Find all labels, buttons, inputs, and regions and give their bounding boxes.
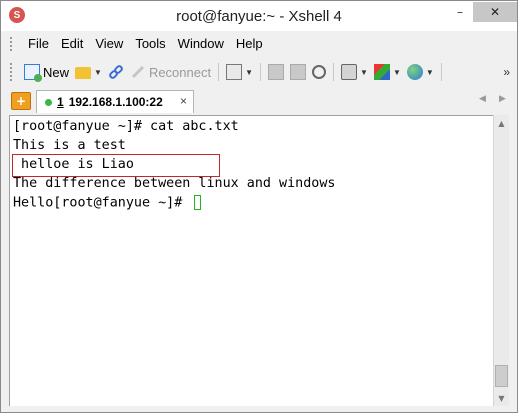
- terminal-area[interactable]: [root@fanyue ~]# cat abc.txt This is a t…: [9, 115, 493, 406]
- globe-button[interactable]: ▼: [404, 61, 437, 83]
- connect-button[interactable]: [105, 61, 127, 83]
- reconnect-label: Reconnect: [148, 64, 212, 80]
- menu-edit[interactable]: Edit: [55, 34, 89, 54]
- open-folder-icon: [75, 67, 92, 79]
- session-properties-button[interactable]: ▼: [223, 61, 256, 83]
- menu-tools[interactable]: Tools: [129, 34, 171, 54]
- paste-icon: [290, 64, 307, 80]
- close-window-button[interactable]: ✕: [473, 2, 517, 22]
- color-scheme-button[interactable]: ▼: [371, 61, 404, 83]
- color-scheme-icon: [373, 64, 390, 80]
- reconnect-icon: [131, 65, 144, 79]
- scrollbar-thumb[interactable]: [495, 365, 508, 387]
- menu-window[interactable]: Window: [172, 34, 230, 54]
- toolbar-grip[interactable]: [10, 63, 15, 81]
- copy-icon: [268, 64, 285, 80]
- scroll-down-icon[interactable]: ▼: [494, 390, 509, 406]
- paste-button[interactable]: [287, 61, 309, 83]
- tab-session-1[interactable]: 1 192.168.1.100:22 ×: [36, 90, 194, 113]
- new-tab-button[interactable]: +: [11, 92, 31, 110]
- find-button[interactable]: [309, 61, 329, 83]
- tab-close-icon[interactable]: ×: [180, 94, 187, 108]
- new-label: New: [43, 64, 70, 80]
- new-session-icon: [24, 64, 42, 82]
- session-tab-bar: + 1 192.168.1.100:22 × ◀ ▶: [2, 89, 517, 113]
- toolbar: New ▼ Reconnect ▼ ▼ ▼ ▼ »: [10, 59, 510, 85]
- tab-number: 1: [57, 95, 64, 109]
- menu-grip[interactable]: [10, 37, 15, 51]
- open-dropdown-icon[interactable]: ▼: [94, 68, 102, 77]
- connect-link-icon: [109, 65, 123, 79]
- toolbar-overflow-icon[interactable]: »: [503, 65, 510, 79]
- terminal-scrollbar[interactable]: ▲ ▼: [493, 115, 509, 406]
- xshell-window: S root@fanyue:~ - Xshell 4 – ✕ File Edit…: [0, 0, 518, 413]
- globe-dropdown-icon[interactable]: ▼: [426, 68, 434, 77]
- tab-scroll-left-icon[interactable]: ◀: [479, 94, 486, 104]
- tab-scroll-right-icon[interactable]: ▶: [499, 94, 506, 104]
- toolbar-separator: [440, 63, 442, 81]
- terminal-line: This is a test: [13, 138, 126, 153]
- window-title: root@fanyue:~ - Xshell 4: [176, 8, 342, 25]
- toolbar-separator: [218, 63, 220, 81]
- color-dropdown-icon[interactable]: ▼: [393, 68, 401, 77]
- open-button[interactable]: ▼: [72, 61, 105, 83]
- new-session-button[interactable]: New: [21, 61, 72, 83]
- tab-label: 192.168.1.100:22: [68, 95, 163, 109]
- terminal-prompt-line: Hello[root@fanyue ~]#: [13, 195, 202, 212]
- window-bottom-frame: [1, 406, 517, 412]
- menu-file[interactable]: File: [22, 34, 55, 54]
- terminal-prompt: Hello[root@fanyue ~]#: [13, 195, 191, 211]
- print-button[interactable]: ▼: [338, 61, 371, 83]
- copy-button[interactable]: [265, 61, 287, 83]
- toolbar-separator: [260, 63, 262, 81]
- print-dropdown-icon[interactable]: ▼: [360, 68, 368, 77]
- toolbar-separator: [333, 63, 335, 81]
- scroll-up-icon[interactable]: ▲: [494, 115, 509, 131]
- connected-status-icon: [45, 98, 52, 106]
- properties-dropdown-icon[interactable]: ▼: [245, 68, 253, 77]
- highlight-annotation-box: [12, 154, 220, 177]
- menu-bar: File Edit View Tools Window Help: [10, 34, 510, 54]
- terminal-cursor: [194, 195, 202, 210]
- menu-help[interactable]: Help: [230, 34, 269, 54]
- terminal-line: The difference between linux and windows: [13, 176, 336, 191]
- terminal-line: [root@fanyue ~]# cat abc.txt: [13, 119, 239, 134]
- globe-icon: [406, 64, 423, 80]
- print-icon: [341, 64, 358, 80]
- session-properties-icon: [226, 64, 243, 80]
- find-icon: [312, 65, 327, 79]
- reconnect-button[interactable]: Reconnect: [127, 61, 214, 83]
- title-bar[interactable]: S root@fanyue:~ - Xshell 4 – ✕: [1, 1, 517, 31]
- menu-view[interactable]: View: [89, 34, 129, 54]
- minimize-button[interactable]: –: [448, 2, 472, 22]
